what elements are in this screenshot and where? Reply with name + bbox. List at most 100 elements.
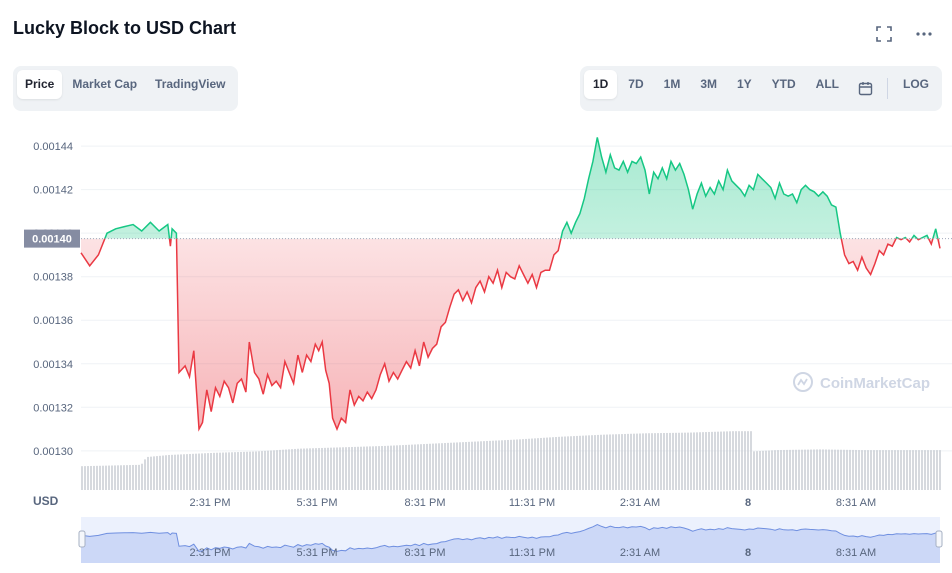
y-tick-label: 0.00142 <box>33 185 73 197</box>
y-tick-label: 0.00134 <box>33 359 73 371</box>
volume-bar <box>168 454 170 490</box>
volume-bar <box>792 449 794 490</box>
volume-bar <box>894 450 896 490</box>
volume-bar <box>912 450 914 490</box>
navigator-tick-label: 11:31 PM <box>509 547 555 559</box>
volume-bar <box>867 450 869 490</box>
volume-bar <box>459 442 461 490</box>
navigator-tick-label: 8 <box>745 547 751 559</box>
volume-bar <box>114 465 116 490</box>
volume-bar <box>348 447 350 490</box>
volume-bar <box>633 433 635 490</box>
volume-bar <box>801 449 803 490</box>
volume-bar <box>456 442 458 490</box>
volume-bar <box>303 448 305 490</box>
volume-bar <box>150 456 152 490</box>
price-chart[interactable]: 0.00144 0.00142 0.00140 0.00138 0.00136 0.001… <box>0 0 952 573</box>
volume-bar <box>309 448 311 490</box>
volume-bar <box>660 433 662 490</box>
volume-bar <box>807 449 809 490</box>
volume-bar <box>354 446 356 490</box>
volume-bar <box>513 439 515 490</box>
volume-bar <box>558 436 560 490</box>
volume-bar <box>822 449 824 490</box>
volume-bar <box>882 450 884 490</box>
volume-bar <box>318 448 320 490</box>
volume-bar <box>306 448 308 490</box>
volume-bar <box>210 452 212 490</box>
volume-bar <box>525 438 527 490</box>
volume-bar <box>552 437 554 490</box>
volume-bar <box>750 431 752 490</box>
volume-bar <box>549 437 551 490</box>
volume-bar <box>174 454 176 490</box>
volume-bar <box>780 450 782 490</box>
volume-bar <box>531 438 533 490</box>
navigator-tick-label: 8:31 AM <box>836 547 876 559</box>
volume-bar <box>489 440 491 490</box>
volume-bar <box>537 438 539 490</box>
x-tick-label: 2:31 AM <box>620 497 660 509</box>
volume-bar <box>465 442 467 490</box>
volume-bar <box>384 445 386 490</box>
volume-bar <box>795 449 797 490</box>
volume-bar <box>135 464 137 490</box>
volume-bar <box>783 449 785 490</box>
volume-bar <box>657 433 659 490</box>
volume-bar <box>897 450 899 490</box>
volume-bar <box>735 431 737 490</box>
volume-bar <box>342 447 344 490</box>
volume-bar <box>885 450 887 490</box>
x-tick-label: 8 <box>745 497 751 509</box>
volume-bar <box>690 432 692 490</box>
volume-bar <box>345 447 347 490</box>
volume-bar <box>771 450 773 490</box>
volume-bar <box>876 450 878 490</box>
navigator-handle[interactable] <box>935 530 943 548</box>
volume-bar <box>414 444 416 490</box>
volume-bar <box>372 446 374 490</box>
volume-bar <box>705 432 707 490</box>
volume-bar <box>600 434 602 490</box>
volume-bar <box>357 446 359 490</box>
volume-bar <box>204 453 206 490</box>
volume-bar <box>330 447 332 490</box>
volume-bar <box>510 439 512 490</box>
volume-bar <box>438 443 440 490</box>
volume-bar <box>873 450 875 490</box>
volume-bar <box>678 432 680 490</box>
volume-bar <box>756 451 758 490</box>
y-tick-label: 0.00132 <box>33 402 73 414</box>
volume-bar <box>429 443 431 490</box>
volume-bar <box>924 450 926 490</box>
volume-bar <box>852 449 854 490</box>
volume-bar <box>714 431 716 490</box>
volume-bar <box>336 447 338 490</box>
volume-bar <box>195 453 197 490</box>
volume-bar <box>744 431 746 490</box>
volume-bar <box>759 451 761 490</box>
volume-bar <box>630 433 632 490</box>
volume-bar <box>834 449 836 490</box>
volume-bar <box>273 450 275 490</box>
volume-bar <box>675 432 677 490</box>
volume-bar <box>363 446 365 490</box>
navigator-handle[interactable] <box>78 530 86 548</box>
volume-bar <box>702 432 704 490</box>
volume-bar <box>369 446 371 490</box>
volume-bar <box>555 437 557 490</box>
volume-bar <box>375 446 377 490</box>
volume-bar <box>906 450 908 490</box>
volume-bar <box>582 435 584 490</box>
volume-bar <box>189 453 191 490</box>
volume-bar <box>762 450 764 490</box>
volume-bar <box>270 450 272 490</box>
volume-bar <box>231 452 233 490</box>
volume-bar <box>669 432 671 490</box>
volume-bar <box>216 452 218 490</box>
y-tick-label: 0.00136 <box>33 315 73 327</box>
volume-bar <box>96 465 98 490</box>
volume-bar <box>627 433 629 490</box>
volume-bar <box>159 455 161 490</box>
volume-bar <box>846 449 848 490</box>
